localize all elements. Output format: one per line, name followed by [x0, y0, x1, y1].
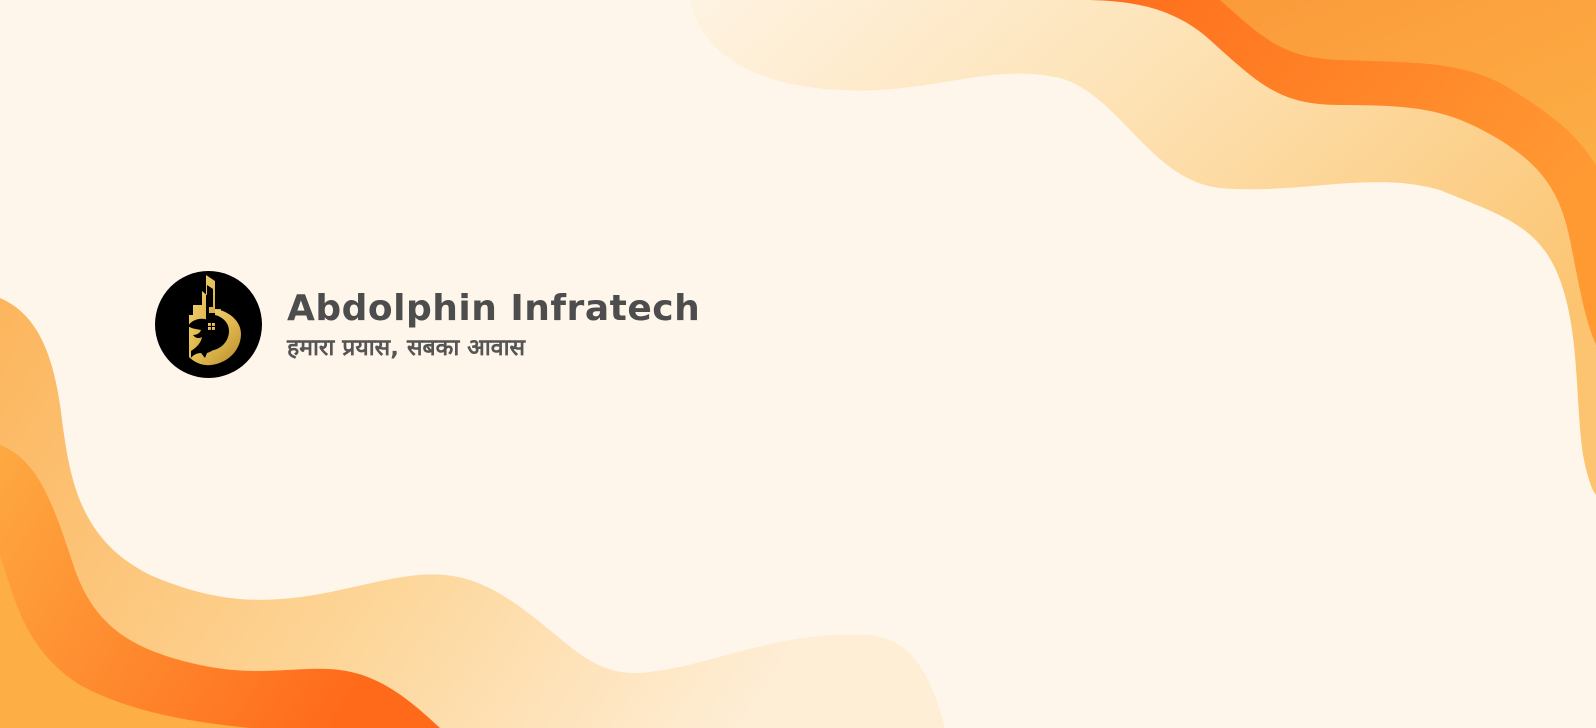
company-logo	[155, 271, 262, 378]
company-tagline: हमारा प्रयास, सबका आवास	[287, 334, 526, 361]
brand-text: Abdolphin Infratech हमारा प्रयास, सबका आ…	[287, 287, 700, 363]
building-dolphin-logo-icon	[155, 271, 262, 378]
company-name: Abdolphin Infratech	[287, 287, 701, 329]
brand-block: Abdolphin Infratech हमारा प्रयास, सबका आ…	[155, 271, 700, 378]
